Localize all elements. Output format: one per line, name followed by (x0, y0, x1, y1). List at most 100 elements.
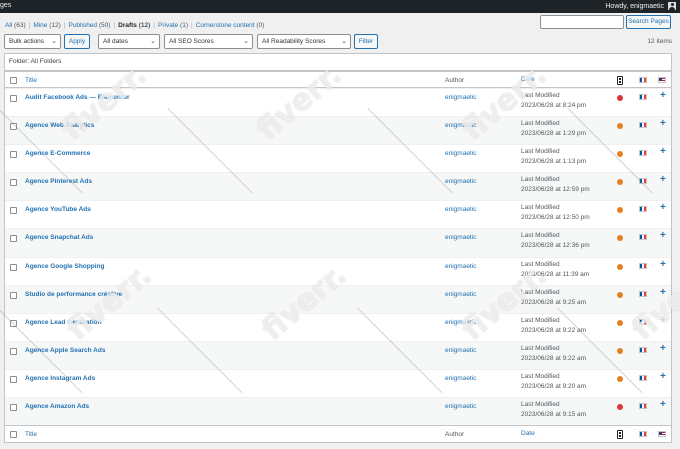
add-translation-plus-icon[interactable]: + (660, 147, 666, 157)
flag-fr-icon[interactable] (639, 94, 647, 100)
bulk-actions-select[interactable]: Bulk actions ⌄ (4, 34, 61, 49)
column-title-footer[interactable]: Title (25, 431, 37, 438)
filter-cornerstone-link[interactable]: Cornerstone content (0) (196, 22, 265, 29)
page-title-link[interactable]: Agence Lead Generation (25, 319, 102, 326)
row-checkbox[interactable] (10, 347, 17, 355)
filter-button[interactable]: Filter (354, 34, 378, 49)
author-link[interactable]: enigmaetic (445, 263, 476, 270)
flag-fr-icon[interactable] (639, 122, 647, 129)
table-row: Agence Google Shopping enigmaetic Last Mod… (5, 256, 671, 285)
select-all-checkbox[interactable] (10, 431, 17, 439)
author-link[interactable]: enigmaetic (445, 178, 476, 185)
add-translation-plus-icon[interactable]: + (660, 343, 666, 354)
separator: | (28, 22, 31, 29)
flag-us-icon (658, 431, 666, 438)
author-link[interactable]: enigmaetic (445, 403, 476, 410)
page-title-link[interactable]: Agence Amazon Ads (25, 403, 89, 410)
dates-select[interactable]: All dates ⌄ (98, 34, 160, 49)
row-checkbox[interactable] (10, 319, 17, 327)
select-all-checkbox[interactable] (10, 77, 17, 84)
page-title-link[interactable]: Agence YouTube Ads (25, 206, 91, 213)
page-title-link[interactable]: Studio de performance créative (25, 291, 122, 298)
row-checkbox[interactable] (10, 263, 17, 271)
flag-fr-icon[interactable] (639, 403, 647, 410)
author-link[interactable]: enigmaetic (445, 150, 476, 157)
table-body: Audit Facebook Ads — Elementor enigmaetic… (5, 88, 671, 426)
flag-fr-icon[interactable] (639, 206, 647, 213)
seo-score-dot (617, 235, 623, 242)
filter-private-link[interactable]: Private (1) (158, 22, 188, 29)
greeting-text[interactable]: Howdy, enigmaetic (605, 3, 664, 10)
admin-bar-site-label[interactable]: ges (0, 2, 11, 9)
flag-fr-icon[interactable] (639, 346, 647, 353)
flag-fr-icon[interactable] (639, 262, 647, 269)
add-translation-plus-icon[interactable]: + (660, 315, 666, 326)
table-footer-row: Title Author Date (5, 425, 671, 442)
filter-mine-link[interactable]: Mine (12) (33, 22, 60, 29)
apply-button[interactable]: Apply (64, 34, 90, 49)
chevron-down-icon: ⌄ (51, 38, 57, 45)
separator: | (191, 22, 193, 29)
row-checkbox[interactable] (10, 151, 17, 159)
add-translation-plus-icon[interactable]: + (660, 91, 666, 101)
date-cell: Last Modified 2023/06/28 at 9:22 am (521, 344, 586, 364)
row-checkbox[interactable] (10, 95, 17, 102)
page-title-link[interactable]: Agence Web Analytics (25, 122, 94, 129)
row-checkbox[interactable] (10, 207, 17, 215)
filter-published-link[interactable]: Published (50) (68, 22, 110, 29)
seo-scores-select[interactable]: All SEO Scores ⌄ (164, 34, 253, 49)
author-link[interactable]: enigmaetic (445, 94, 476, 101)
row-checkbox[interactable] (10, 179, 17, 187)
author-link[interactable]: enigmaetic (445, 234, 476, 241)
row-checkbox[interactable] (10, 375, 17, 383)
date-status: Last Modified (521, 288, 560, 296)
date-cell: Last Modified 2023/06/28 at 8:24 pm (521, 91, 586, 111)
search-input[interactable] (540, 15, 624, 29)
date-value: 2023/06/28 at 9:22 am (521, 326, 587, 334)
column-title-header[interactable]: Title (25, 77, 37, 84)
page-title-link[interactable]: Agence Instagram Ads (25, 375, 95, 382)
date-value: 2023/06/28 at 1:29 pm (521, 130, 587, 138)
author-link[interactable]: enigmaetic (445, 291, 476, 298)
column-date-header[interactable]: Date (521, 75, 535, 85)
row-checkbox[interactable] (10, 404, 17, 412)
date-status: Last Modified (521, 344, 560, 352)
date-status: Last Modified (521, 401, 560, 409)
page-title-link[interactable]: Agence Pinterest Ads (25, 178, 92, 185)
add-translation-plus-icon[interactable]: + (660, 119, 666, 129)
filter-all-link[interactable]: All (63) (5, 22, 26, 29)
avatar-icon[interactable] (668, 2, 676, 10)
author-link[interactable]: enigmaetic (445, 375, 476, 382)
row-checkbox[interactable] (10, 235, 17, 243)
page-title-link[interactable]: Agence E-Commerce (25, 150, 90, 157)
author-link[interactable]: enigmaetic (445, 122, 476, 129)
row-checkbox[interactable] (10, 123, 17, 131)
flag-fr-icon[interactable] (639, 178, 647, 185)
flag-fr-icon[interactable] (639, 318, 647, 325)
add-translation-plus-icon[interactable]: + (660, 203, 666, 213)
add-translation-plus-icon[interactable]: + (660, 175, 666, 185)
flag-fr-icon[interactable] (639, 374, 647, 381)
flag-fr-icon[interactable] (639, 150, 647, 157)
author-link[interactable]: enigmaetic (445, 206, 476, 213)
row-checkbox[interactable] (10, 291, 17, 299)
page-title-link[interactable]: Agence Snapchat Ads (25, 234, 93, 241)
readability-scores-select[interactable]: All Readability Scores ⌄ (257, 34, 351, 49)
filter-drafts-current[interactable]: Drafts (12) (118, 22, 150, 29)
add-translation-plus-icon[interactable]: + (660, 287, 666, 298)
add-translation-plus-icon[interactable]: + (660, 371, 666, 382)
page-title-link[interactable]: Agence Apple Search Ads (25, 347, 105, 354)
page-title-link[interactable]: Audit Facebook Ads — Elementor (25, 94, 130, 101)
add-translation-plus-icon[interactable]: + (660, 400, 666, 410)
add-translation-plus-icon[interactable]: + (660, 259, 666, 270)
page-title-link[interactable]: Agence Google Shopping (25, 263, 104, 270)
admin-bar-account[interactable]: Howdy, enigmaetic (605, 2, 676, 10)
search-pages-button[interactable]: Search Pages (626, 15, 671, 29)
column-date-footer[interactable]: Date (521, 429, 535, 439)
author-link[interactable]: enigmaetic (445, 347, 476, 354)
add-translation-plus-icon[interactable]: + (660, 231, 666, 241)
flag-fr-icon[interactable] (639, 290, 647, 297)
author-link[interactable]: enigmaetic (445, 319, 476, 326)
filter-all-label: All (5, 22, 13, 29)
flag-fr-icon[interactable] (639, 234, 647, 241)
